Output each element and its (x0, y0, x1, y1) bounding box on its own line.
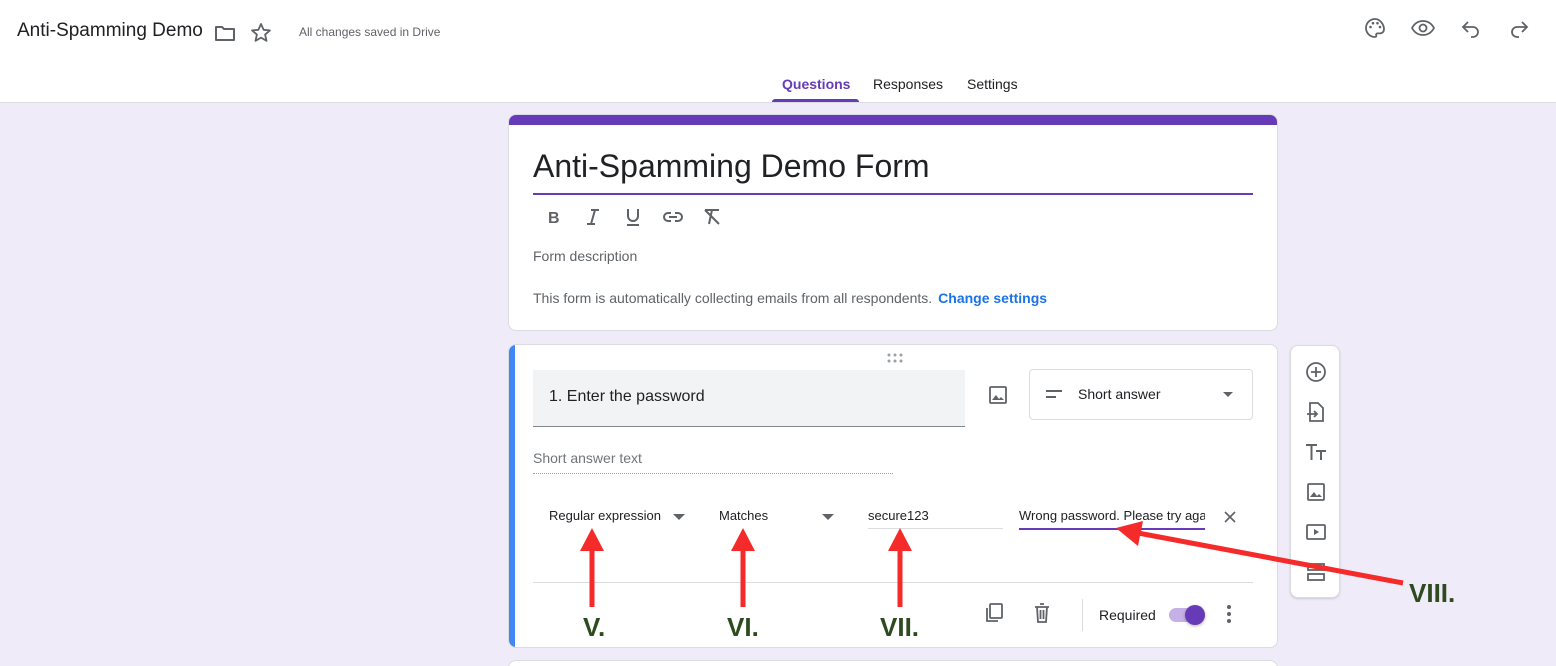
undo-icon[interactable] (1460, 16, 1482, 40)
tab-responses[interactable]: Responses (873, 76, 943, 92)
folder-icon[interactable] (213, 21, 237, 45)
question-type-dropdown[interactable]: Short answer (1029, 369, 1253, 420)
annotation-label-vi: VI. (727, 612, 759, 642)
redo-icon[interactable] (1508, 16, 1530, 40)
tab-bar: Questions Responses Settings (0, 64, 1556, 102)
add-video-icon[interactable] (1304, 520, 1328, 544)
required-label: Required (1099, 607, 1156, 623)
delete-icon[interactable] (1031, 601, 1053, 625)
email-collection-notice: This form is automatically collecting em… (533, 290, 1047, 306)
chevron-down-icon[interactable] (673, 514, 685, 520)
change-settings-link[interactable]: Change settings (938, 290, 1047, 306)
required-toggle[interactable] (1167, 605, 1205, 625)
form-title-input[interactable]: Anti-Spamming Demo Form (533, 148, 1253, 195)
add-title-description-icon[interactable] (1304, 440, 1328, 464)
more-options-icon[interactable] (1221, 603, 1237, 625)
footer-vertical-divider (1082, 599, 1083, 631)
floating-toolbar (1290, 345, 1340, 598)
form-header-card: Anti-Spamming Demo Form B Form descripti… (508, 114, 1278, 331)
save-status: All changes saved in Drive (299, 25, 441, 39)
add-section-icon[interactable] (1304, 560, 1328, 584)
card-footer-divider (533, 582, 1253, 583)
annotation-label-v: V. (583, 612, 606, 642)
drag-handle-icon[interactable] (886, 352, 904, 364)
chevron-down-icon (1223, 392, 1233, 397)
close-icon[interactable] (1222, 509, 1238, 525)
link-icon[interactable] (662, 206, 684, 228)
bold-icon[interactable]: B (543, 206, 565, 228)
annotation-label-viii: VIII. (1409, 578, 1456, 608)
validation-condition-dropdown[interactable]: Matches (719, 508, 768, 523)
svg-text:B: B (548, 210, 560, 227)
tab-settings[interactable]: Settings (967, 76, 1018, 92)
form-description-input[interactable]: Form description (533, 248, 637, 264)
palette-icon[interactable] (1363, 16, 1387, 40)
theme-color-bar (509, 115, 1277, 125)
toggle-knob (1185, 605, 1205, 625)
next-question-card[interactable] (508, 660, 1278, 666)
email-collection-text: This form is automatically collecting em… (533, 290, 933, 306)
custom-error-input[interactable]: Wrong password. Please try aga (1019, 508, 1205, 530)
pattern-input[interactable]: secure123 (868, 508, 1003, 529)
import-questions-icon[interactable] (1304, 400, 1328, 424)
star-icon[interactable] (249, 21, 273, 45)
active-tab-indicator (772, 99, 859, 102)
question-card[interactable]: 1. Enter the password Short answer Short… (508, 344, 1278, 648)
add-question-icon[interactable] (1304, 360, 1328, 384)
question-type-label: Short answer (1078, 386, 1161, 402)
preview-eye-icon[interactable] (1410, 16, 1436, 40)
document-title[interactable]: Anti-Spamming Demo (17, 20, 203, 42)
add-image-icon[interactable] (986, 383, 1010, 407)
question-title-input[interactable]: 1. Enter the password (533, 370, 965, 427)
top-bar: Anti-Spamming Demo All changes saved in … (0, 0, 1556, 103)
annotation-label-vii: VII. (880, 612, 920, 642)
tab-questions[interactable]: Questions (782, 76, 850, 92)
duplicate-icon[interactable] (983, 601, 1005, 625)
short-answer-placeholder: Short answer text (533, 450, 893, 474)
active-card-indicator (509, 345, 515, 647)
underline-icon[interactable] (622, 206, 644, 228)
clear-formatting-icon[interactable] (701, 206, 723, 228)
validation-type-dropdown[interactable]: Regular expression (549, 508, 661, 523)
short-answer-icon (1044, 386, 1064, 402)
chevron-down-icon[interactable] (822, 514, 834, 520)
add-image-icon[interactable] (1304, 480, 1328, 504)
italic-icon[interactable] (582, 206, 604, 228)
